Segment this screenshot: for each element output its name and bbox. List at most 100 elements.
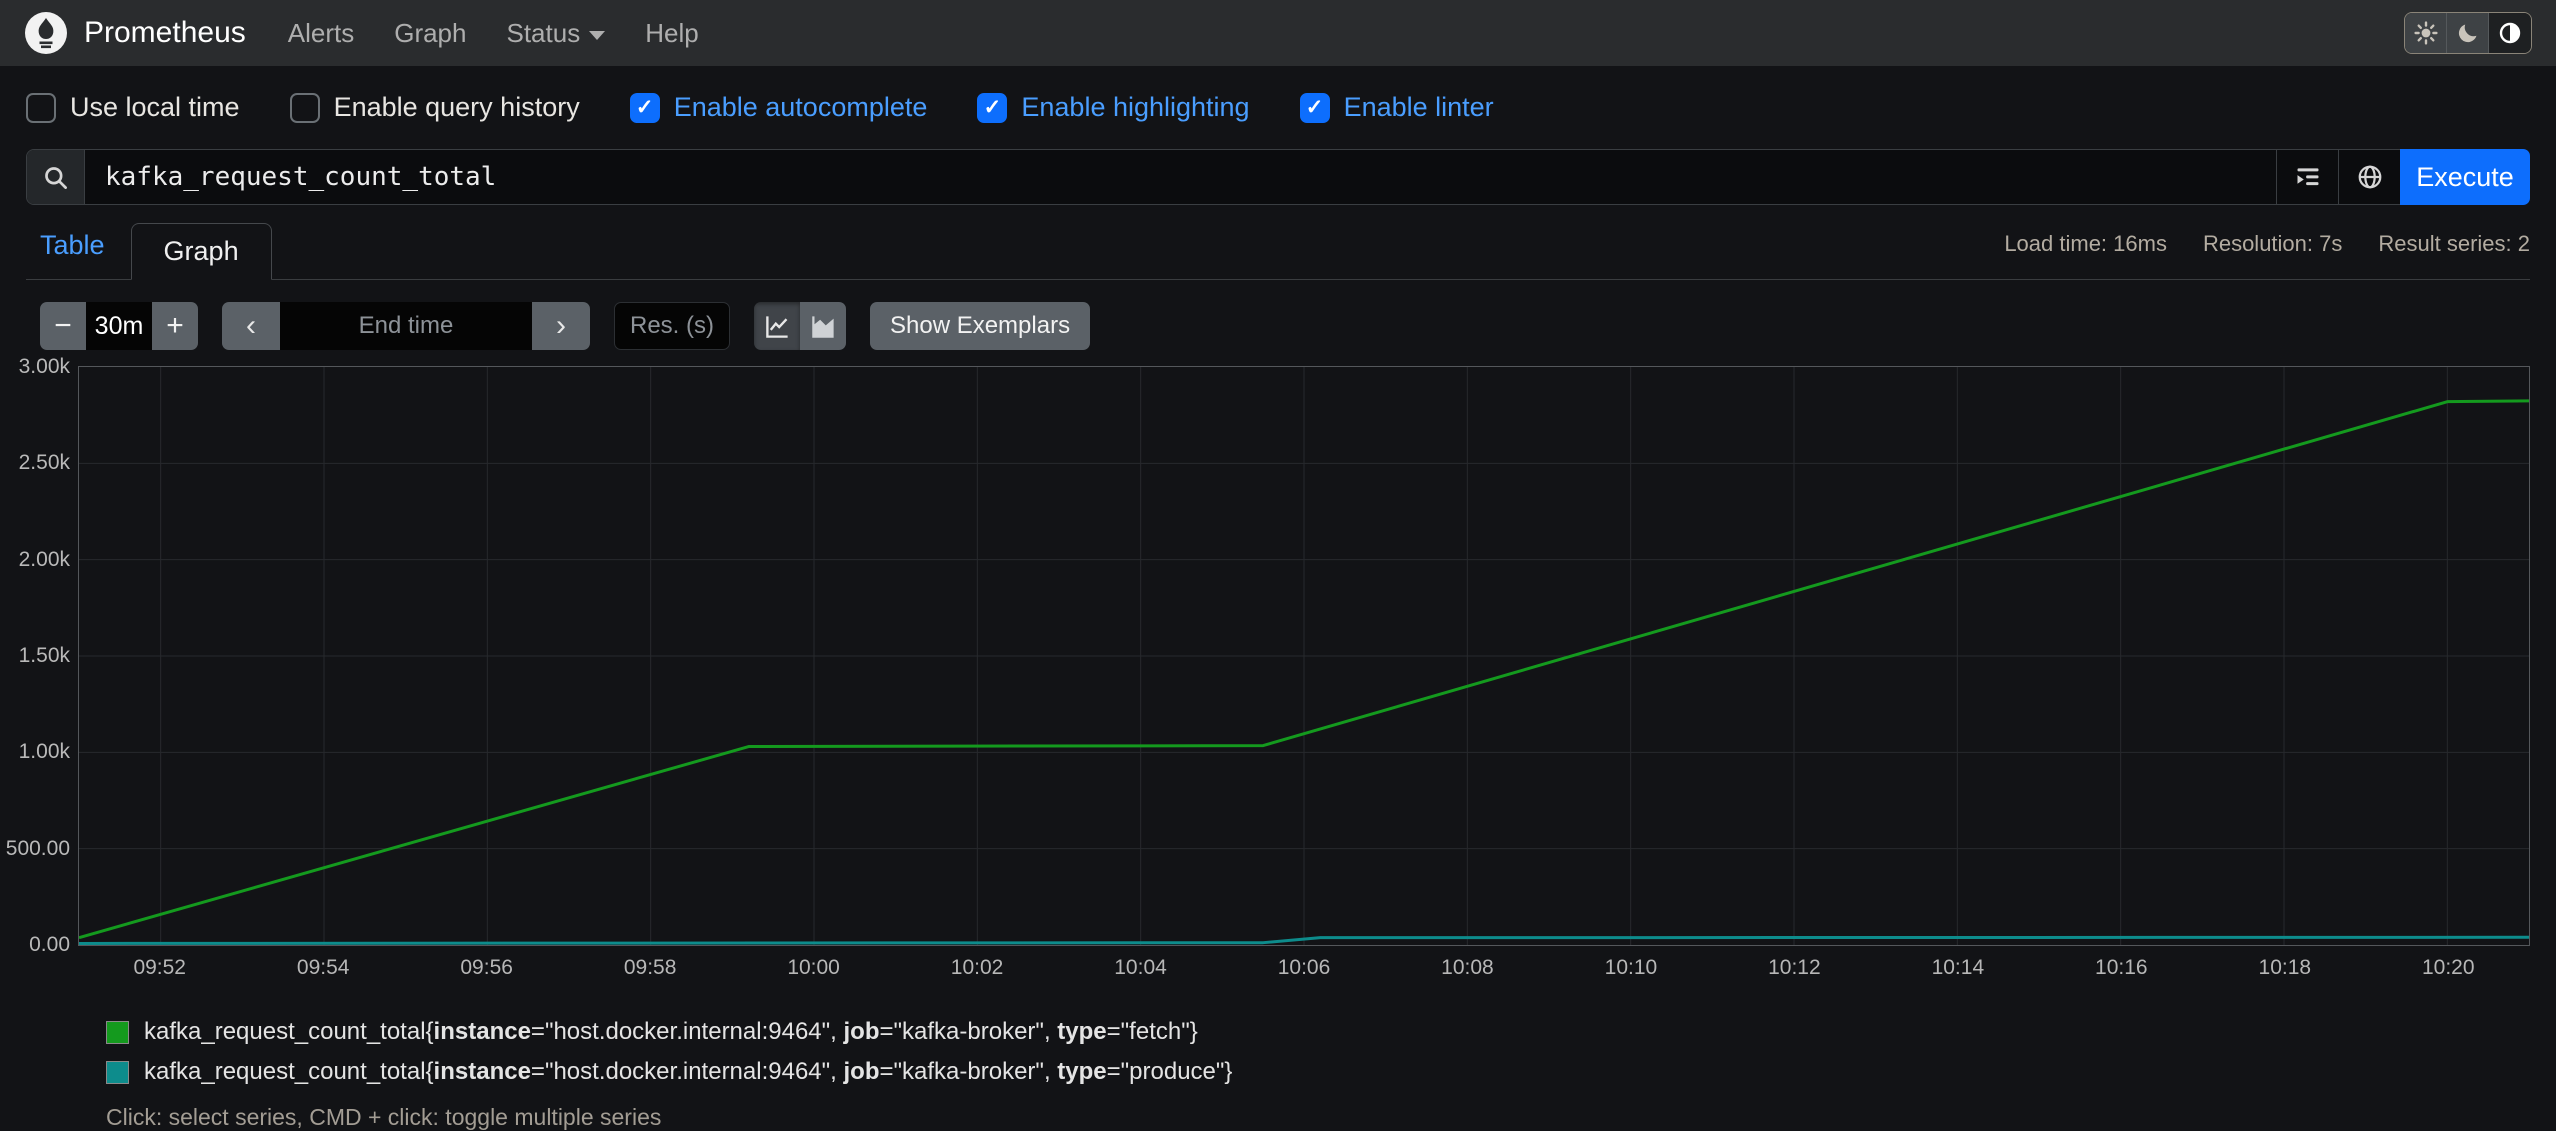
theme-light-button[interactable] bbox=[2405, 13, 2447, 53]
metrics-explorer-button[interactable] bbox=[2276, 150, 2338, 204]
prometheus-logo-icon bbox=[25, 12, 67, 54]
legend-label: kafka_request_count_total{instance="host… bbox=[144, 1018, 1198, 1045]
chart-area: 0.00 500.00 1.00k 1.50k 2.00k 2.50k 3.00k 09:5… bbox=[6, 355, 2530, 988]
moon-icon bbox=[2458, 24, 2476, 43]
load-time: Load time: 16ms bbox=[2004, 231, 2167, 256]
query-input-group: Execute bbox=[26, 149, 2530, 205]
x-tick-label: 10:12 bbox=[1768, 956, 1821, 979]
chevron-down-icon bbox=[589, 30, 606, 40]
option-label: Enable autocomplete bbox=[673, 92, 928, 122]
search-icon bbox=[45, 166, 67, 189]
option-enable-linter[interactable]: ✓ Enable linter bbox=[1299, 92, 1494, 123]
y-tick-label: 0.00 bbox=[29, 933, 70, 956]
query-expression-input[interactable] bbox=[85, 150, 2276, 204]
stacked-chart-icon bbox=[811, 315, 834, 338]
time-back-button[interactable]: ‹ bbox=[222, 302, 280, 350]
y-tick-label: 1.50k bbox=[18, 644, 70, 667]
legend-hint: Click: select series, CMD + click: toggl… bbox=[106, 1104, 662, 1130]
theme-auto-button[interactable] bbox=[2489, 13, 2531, 53]
option-label: Enable linter bbox=[1343, 92, 1494, 122]
resolution-input[interactable] bbox=[614, 302, 730, 350]
y-tick-label: 2.50k bbox=[18, 451, 70, 475]
globe-icon bbox=[2358, 165, 2381, 189]
local-time-globe-button[interactable] bbox=[2338, 150, 2400, 204]
x-tick-label: 10:20 bbox=[2421, 956, 2475, 979]
x-axis: 09:52 09:54 09:56 09:58 10:00 10:02 10:04 10:06… bbox=[78, 946, 2530, 988]
theme-toggle-group bbox=[2404, 12, 2532, 54]
option-enable-query-history[interactable]: Enable query history bbox=[289, 92, 580, 123]
option-label: Enable highlighting bbox=[1021, 92, 1250, 122]
end-time-stepper: ‹ › bbox=[222, 302, 590, 350]
query-stats: Load time: 16ms Resolution: 7s Result se… bbox=[2004, 231, 2530, 279]
x-tick-label: 10:14 bbox=[1931, 956, 1985, 979]
x-tick-label: 10:04 bbox=[1114, 956, 1167, 979]
chart-type-toggle bbox=[754, 302, 846, 350]
legend-item-0[interactable]: kafka_request_count_total{instance="host… bbox=[106, 1018, 2556, 1046]
graph-controls: − + ‹ › Show Exemplars bbox=[40, 302, 2556, 350]
line-chart-icon bbox=[765, 315, 788, 338]
stacked-chart-button[interactable] bbox=[800, 302, 846, 350]
graph-canvas bbox=[79, 367, 2529, 945]
x-tick-label: 09:52 bbox=[133, 956, 186, 979]
options-row: Use local time Enable query history ✓ Enabl… bbox=[0, 66, 2556, 123]
prometheus-brand-link[interactable]: Prometheus bbox=[24, 11, 246, 55]
show-exemplars-button[interactable]: Show Exemplars bbox=[870, 302, 1091, 350]
y-axis: 0.00 500.00 1.00k 1.50k 2.00k 2.50k 3.00k bbox=[6, 355, 78, 956]
result-series: Result series: 2 bbox=[2378, 231, 2530, 256]
nav-links: Alerts Graph Status Help bbox=[288, 18, 699, 49]
sun-icon bbox=[2413, 21, 2438, 45]
tab-graph[interactable]: Graph bbox=[130, 223, 272, 280]
theme-dark-button[interactable] bbox=[2447, 13, 2489, 53]
option-label: Enable query history bbox=[333, 92, 580, 122]
legend-item-1[interactable]: kafka_request_count_total{instance="host… bbox=[106, 1058, 2556, 1086]
unchecked-checkbox[interactable] bbox=[26, 92, 56, 123]
nav-item-status-dropdown[interactable]: Status bbox=[506, 18, 606, 49]
x-tick-label: 10:18 bbox=[2258, 956, 2312, 979]
line-chart-button[interactable] bbox=[754, 302, 800, 350]
x-tick-label: 10:02 bbox=[950, 956, 1004, 979]
tab-table[interactable]: Table bbox=[26, 230, 131, 279]
range-decrease-button[interactable]: − bbox=[40, 302, 86, 350]
checked-checkbox[interactable]: ✓ bbox=[977, 92, 1008, 123]
x-tick-label: 10:06 bbox=[1277, 956, 1331, 979]
y-tick-label: 500.00 bbox=[5, 836, 70, 860]
option-enable-autocomplete[interactable]: ✓ Enable autocomplete bbox=[629, 92, 928, 123]
execute-button[interactable]: Execute bbox=[2400, 149, 2530, 205]
x-tick-label: 10:16 bbox=[2095, 956, 2148, 979]
nav-item-graph[interactable]: Graph bbox=[394, 18, 466, 49]
option-label: Use local time bbox=[70, 92, 240, 122]
x-tick-label: 09:58 bbox=[623, 956, 677, 979]
x-tick-label: 10:10 bbox=[1604, 956, 1658, 979]
result-tabbar: Table Graph Load time: 16ms Resolution: … bbox=[26, 223, 2530, 280]
y-tick-label: 1.00k bbox=[18, 740, 70, 764]
legend: kafka_request_count_total{instance="host… bbox=[106, 1018, 2556, 1086]
nav-item-help[interactable]: Help bbox=[645, 18, 698, 49]
legend-swatch bbox=[106, 1020, 129, 1044]
metrics-explorer-icon bbox=[2297, 168, 2318, 186]
navbar: Prometheus Alerts Graph Status Help bbox=[0, 0, 2556, 66]
time-forward-button[interactable]: › bbox=[532, 302, 590, 350]
checked-checkbox[interactable]: ✓ bbox=[629, 92, 660, 123]
option-enable-highlighting[interactable]: ✓ Enable highlighting bbox=[977, 92, 1250, 123]
x-tick-label: 09:54 bbox=[296, 956, 350, 979]
range-increase-button[interactable]: + bbox=[152, 302, 198, 350]
brand-label: Prometheus bbox=[84, 16, 246, 49]
resolution: Resolution: 7s bbox=[2202, 231, 2343, 256]
range-stepper: − + bbox=[40, 302, 198, 350]
y-tick-label: 3.00k bbox=[18, 355, 70, 378]
unchecked-checkbox[interactable] bbox=[289, 92, 320, 123]
x-tick-label: 10:08 bbox=[1441, 956, 1494, 979]
end-time-input[interactable] bbox=[280, 302, 532, 350]
legend-label: kafka_request_count_total{instance="host… bbox=[144, 1058, 1233, 1085]
plot-column: 09:52 09:54 09:56 09:58 10:00 10:02 10:04 10:06… bbox=[78, 366, 2530, 988]
checked-checkbox[interactable]: ✓ bbox=[1299, 92, 1330, 123]
contrast-icon bbox=[2499, 22, 2521, 44]
graph-plot-area[interactable] bbox=[78, 366, 2530, 946]
nav-item-alerts[interactable]: Alerts bbox=[288, 18, 354, 49]
x-tick-label: 09:56 bbox=[460, 956, 513, 979]
search-addon bbox=[27, 150, 85, 204]
x-tick-label: 10:00 bbox=[787, 956, 840, 979]
y-tick-label: 2.00k bbox=[18, 547, 70, 571]
option-use-local-time[interactable]: Use local time bbox=[26, 92, 240, 123]
range-input[interactable] bbox=[86, 302, 152, 350]
